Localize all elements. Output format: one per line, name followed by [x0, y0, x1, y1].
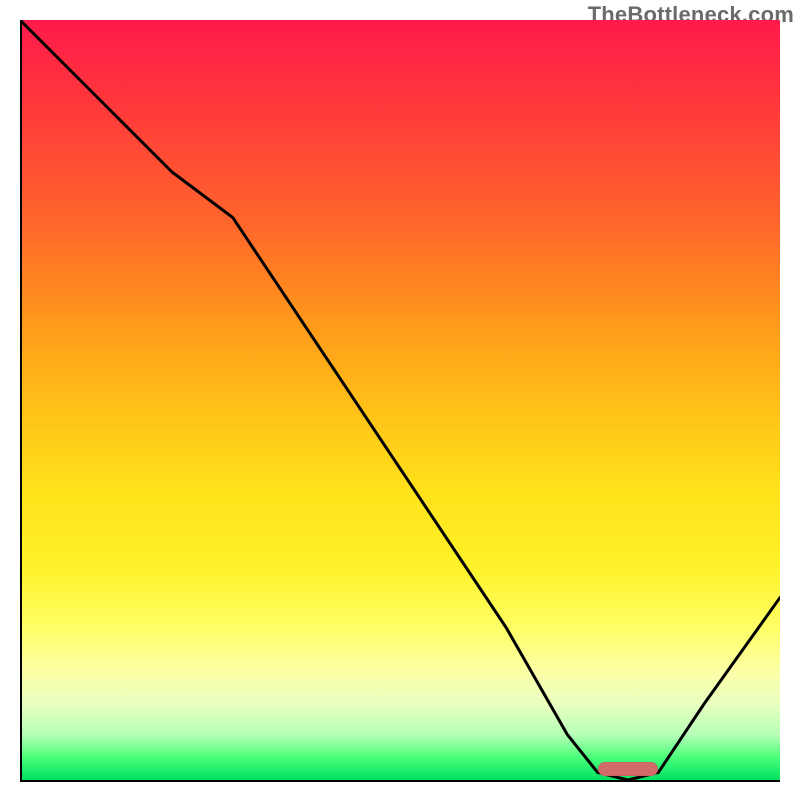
x-axis: [20, 780, 780, 782]
plot-area: [20, 20, 780, 780]
bottleneck-curve: [20, 20, 780, 780]
y-axis: [20, 20, 22, 782]
optimal-range-marker: [598, 762, 659, 776]
chart-canvas: TheBottleneck.com: [0, 0, 800, 800]
